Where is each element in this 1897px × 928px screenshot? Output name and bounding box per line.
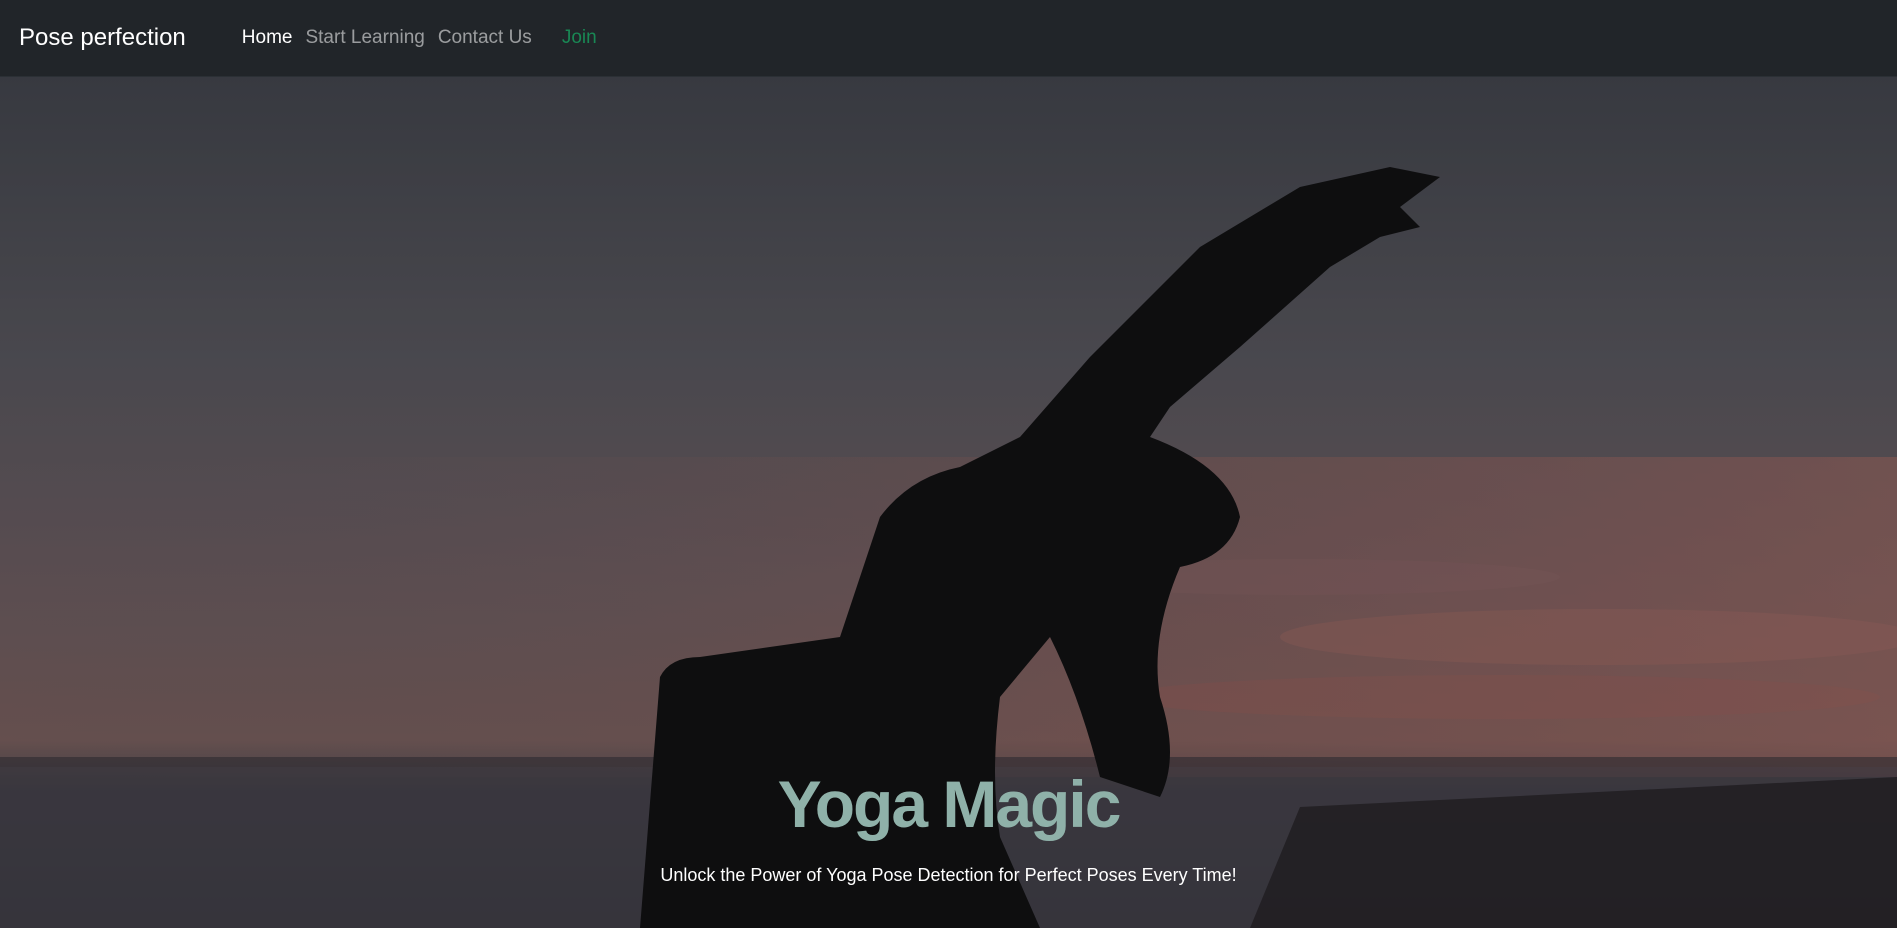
hero-subtitle: Unlock the Power of Yoga Pose Detection … <box>660 865 1237 885</box>
brand-logo-text[interactable]: Pose perfection <box>19 24 186 52</box>
join-link[interactable]: Join <box>562 27 597 49</box>
nav-link-start-learning[interactable]: Start Learning <box>305 27 424 49</box>
nav-link-home[interactable]: Home <box>242 27 293 49</box>
top-navbar: Pose perfection Home Start Learning Cont… <box>0 0 1897 77</box>
nav-links: Home Start Learning Contact Us <box>242 27 545 49</box>
hero-title: Yoga Magic <box>777 767 1122 841</box>
hero-section: Yoga Magic Unlock the Power of Yoga Pose… <box>0 77 1897 928</box>
nav-link-contact-us[interactable]: Contact Us <box>438 27 532 49</box>
